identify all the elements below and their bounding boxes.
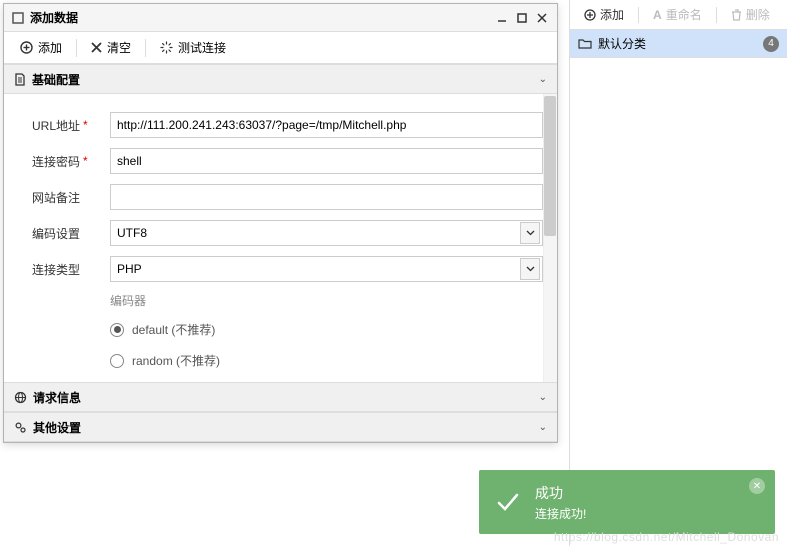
- accordion-other-label: 其他设置: [33, 419, 81, 436]
- clear-button-label: 清空: [107, 39, 131, 56]
- note-input[interactable]: [110, 184, 543, 210]
- chevron-down-icon: ⌄: [539, 422, 547, 433]
- url-label: URL地址: [32, 117, 80, 134]
- scrollbar[interactable]: [543, 94, 557, 382]
- maximize-button[interactable]: [515, 11, 529, 25]
- encoder-radio-random[interactable]: random (不推荐): [110, 352, 543, 369]
- dialog-titlebar[interactable]: 添加数据: [4, 4, 557, 32]
- toast-message: 连接成功!: [535, 505, 586, 522]
- chevron-down-icon: ⌄: [539, 74, 547, 85]
- browser-icon: [14, 391, 27, 404]
- gears-icon: [14, 421, 27, 434]
- dialog-title: 添加数据: [30, 9, 78, 26]
- accordion-basic-header[interactable]: 基础配置 ⌄: [4, 64, 557, 94]
- separator: [716, 7, 717, 23]
- test-connection-button[interactable]: 测试连接: [150, 35, 236, 60]
- font-icon: A: [653, 8, 662, 22]
- sidebar-rename-button[interactable]: A 重命名: [645, 2, 710, 27]
- check-icon: [495, 489, 521, 515]
- encoder-default-label: default (不推荐): [132, 321, 215, 338]
- scroll-thumb[interactable]: [544, 96, 556, 236]
- required-mark: *: [83, 154, 88, 168]
- encoding-value: UTF8: [117, 226, 147, 240]
- spinner-icon: [160, 41, 173, 54]
- clear-button[interactable]: 清空: [81, 35, 141, 60]
- add-button[interactable]: 添加: [10, 35, 72, 60]
- document-icon: [14, 73, 26, 86]
- separator: [145, 39, 146, 57]
- chevron-down-icon[interactable]: [520, 222, 540, 244]
- accordion-other-header[interactable]: 其他设置 ⌄: [4, 412, 557, 442]
- password-input[interactable]: [110, 148, 543, 174]
- accordion-request-label: 请求信息: [33, 389, 81, 406]
- separator: [638, 7, 639, 23]
- sidebar-add-label: 添加: [600, 6, 624, 23]
- encoder-radio-default[interactable]: default (不推荐): [110, 321, 543, 338]
- dialog-toolbar: 添加 清空 测试连接: [4, 32, 557, 64]
- note-label: 网站备注: [32, 189, 80, 206]
- basic-config-body: URL地址* 连接密码* 网站备注 编码设置 UTF8: [4, 94, 557, 382]
- category-row[interactable]: 默认分类 4: [570, 30, 787, 58]
- plus-circle-icon: [584, 9, 596, 21]
- close-button[interactable]: [535, 11, 549, 25]
- plus-circle-icon: [20, 41, 33, 54]
- radio-icon: [110, 354, 124, 368]
- sidebar-add-button[interactable]: 添加: [576, 2, 632, 27]
- accordion-request-header[interactable]: 请求信息 ⌄: [4, 382, 557, 412]
- sidebar-delete-button[interactable]: 删除: [723, 2, 778, 27]
- folder-icon: [578, 38, 592, 49]
- encoder-title: 编码器: [110, 292, 543, 309]
- toast-title: 成功: [535, 483, 586, 503]
- encoding-select[interactable]: UTF8: [110, 220, 543, 246]
- url-input[interactable]: [110, 112, 543, 138]
- success-toast: 成功 连接成功! ✕: [479, 470, 775, 534]
- add-button-label: 添加: [38, 39, 62, 56]
- category-toolbar: 添加 A 重命名 删除: [570, 0, 787, 30]
- category-label: 默认分类: [598, 35, 646, 52]
- separator: [76, 39, 77, 57]
- watermark: https://blog.csdn.net/Mitchell_Donovan: [554, 530, 779, 544]
- sidebar-delete-label: 删除: [746, 6, 770, 23]
- required-mark: *: [83, 118, 88, 132]
- sidebar-rename-label: 重命名: [666, 6, 702, 23]
- password-label: 连接密码: [32, 153, 80, 170]
- encoding-label: 编码设置: [32, 225, 80, 242]
- trash-icon: [731, 9, 742, 21]
- window-icon: [12, 12, 24, 24]
- chevron-down-icon: ⌄: [539, 392, 547, 403]
- radio-icon: [110, 323, 124, 337]
- conn-type-value: PHP: [117, 262, 142, 276]
- chevron-down-icon[interactable]: [520, 258, 540, 280]
- add-data-dialog: 添加数据 添加 清空: [3, 3, 558, 443]
- test-button-label: 测试连接: [178, 39, 226, 56]
- accordion-basic-label: 基础配置: [32, 71, 80, 88]
- minimize-button[interactable]: [495, 11, 509, 25]
- count-badge: 4: [763, 36, 779, 52]
- toast-close-button[interactable]: ✕: [749, 478, 765, 494]
- encoder-random-label: random (不推荐): [132, 352, 220, 369]
- conn-type-label: 连接类型: [32, 261, 80, 278]
- conn-type-select[interactable]: PHP: [110, 256, 543, 282]
- x-icon: [91, 42, 102, 53]
